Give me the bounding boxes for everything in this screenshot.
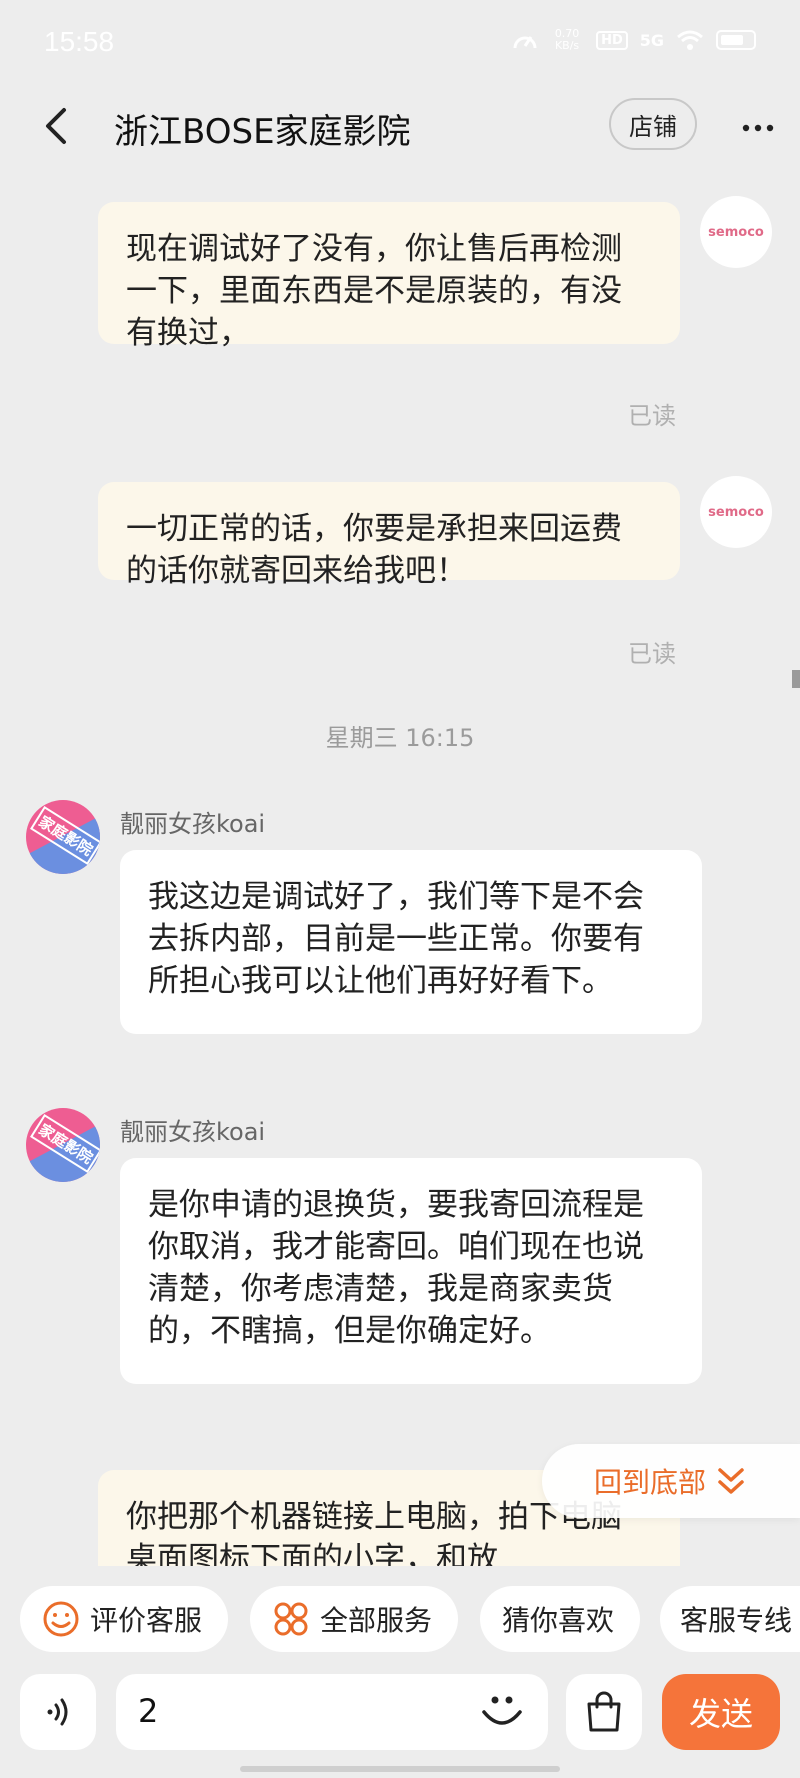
scroll-to-bottom-button[interactable]: 回到底部	[542, 1444, 800, 1518]
scroll-to-bottom-label: 回到底部	[594, 1466, 707, 1499]
avatar-text: semoco	[708, 504, 764, 520]
more-icon[interactable]	[738, 108, 778, 148]
chip-label: 猜你喜欢	[502, 1604, 615, 1637]
rate-service-chip[interactable]: 评价客服	[20, 1586, 228, 1652]
chip-label: 全部服务	[320, 1604, 433, 1637]
message-bubble[interactable]: 我这边是调试好了，我们等下是不会去拆内部，目前是一些正常。你要有所担心我可以让他…	[120, 850, 702, 1034]
emoji-icon[interactable]	[478, 1686, 526, 1734]
time-divider: 星期三 16:15	[325, 724, 475, 752]
shop-title: 浙江BOSE家庭影院	[114, 112, 411, 152]
voice-button[interactable]	[20, 1674, 96, 1750]
chip-label: 客服专线	[680, 1604, 793, 1637]
net-speed: 0.70 KB/s	[554, 27, 580, 52]
avatar[interactable]: semoco	[700, 196, 772, 268]
hd-badge: HD	[596, 30, 628, 50]
smiley-icon	[43, 1601, 79, 1637]
message-bubble[interactable]: 是你申请的退换货，要我寄回流程是你取消，我才能寄回。咱们现在也说清楚，你考虑清楚…	[120, 1158, 702, 1384]
all-services-chip[interactable]: 全部服务	[250, 1586, 458, 1652]
shopping-bag-button[interactable]	[566, 1674, 642, 1750]
status-icons: 0.70 KB/s HD 5G	[512, 28, 756, 52]
home-indicator[interactable]	[240, 1766, 560, 1772]
shop-button[interactable]: 店铺	[609, 98, 697, 150]
status-time: 15:58	[44, 26, 115, 57]
chip-label: 评价客服	[90, 1604, 203, 1637]
signal-icon: 5G	[639, 30, 664, 50]
read-receipt: 已读	[628, 640, 676, 668]
message-bubble[interactable]: 现在调试好了没有，你让售后再检测一下，里面东西是不是原装的，有没有换过，	[98, 202, 680, 351]
back-arrow-icon[interactable]	[36, 104, 80, 148]
guess-you-like-chip[interactable]: 猜你喜欢	[480, 1586, 640, 1652]
chat-header: 浙江BOSE家庭影院 店铺	[0, 86, 800, 166]
avatar[interactable]: 家庭影院	[26, 1108, 100, 1182]
shopping-bag-icon	[587, 1691, 621, 1732]
wifi-icon	[677, 30, 703, 50]
quick-services-row: 评价客服 全部服务 猜你喜欢 客服专线	[0, 1582, 800, 1656]
grid-icon	[274, 1602, 308, 1636]
battery-icon	[716, 30, 756, 50]
avatar[interactable]: 家庭影院	[26, 800, 100, 874]
scrollbar-thumb[interactable]	[792, 670, 800, 688]
sender-name: 靓丽女孩koai	[120, 1118, 266, 1146]
service-hotline-chip[interactable]: 客服专线	[660, 1586, 800, 1652]
chat-area[interactable]: 现在调试好了没有，你让售后再检测一下，里面东西是不是原装的，有没有换过， sem…	[0, 166, 800, 1566]
avatar-text: semoco	[708, 224, 764, 240]
voice-icon	[47, 1698, 68, 1726]
speed-gauge-icon	[513, 36, 537, 49]
double-chevron-down-icon	[718, 1468, 744, 1494]
sender-name: 靓丽女孩koai	[120, 810, 266, 838]
input-bar: 2 发送	[0, 1668, 800, 1754]
send-button[interactable]: 发送	[662, 1674, 780, 1750]
read-receipt: 已读	[628, 402, 676, 430]
status-bar: 15:58 0.70 KB/s HD 5G	[0, 0, 800, 86]
message-bubble[interactable]: 一切正常的话，你要是承担来回运费的话你就寄回来给我吧！	[98, 482, 680, 589]
avatar[interactable]: semoco	[700, 476, 772, 548]
